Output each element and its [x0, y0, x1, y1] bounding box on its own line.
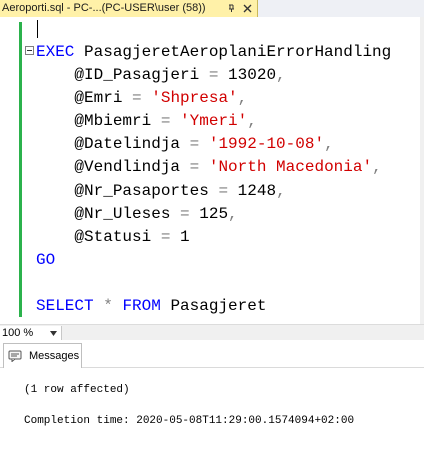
sql-operator: = [132, 89, 142, 108]
sql-keyword: EXEC [36, 43, 75, 61]
editor-status-bar: 100 % [0, 324, 424, 340]
zoom-value: 100 % [2, 327, 34, 339]
code-line[interactable]: EXEC PasagjeretAeroplaniErrorHandling [36, 41, 391, 64]
code-line[interactable]: SELECT * FROM Pasagjeret [36, 295, 391, 318]
messages-tab-label: Messages [29, 350, 80, 362]
sql-text: @Nr_Pasaportes [36, 181, 219, 200]
sql-string: 'North Macedonia' [208, 158, 373, 177]
messages-output: (1 row affected) Completion time: 2020-0… [24, 383, 354, 439]
sql-operator: , [324, 135, 334, 154]
sql-operator: = [189, 158, 200, 177]
sql-operator: = [180, 204, 190, 223]
document-tab-strip: Aeroporti.sql - PC-...(PC-USER\user (58)… [0, 0, 424, 17]
sql-operator: , [372, 158, 382, 177]
code-line[interactable]: @Vendlindja = 'North Macedonia', [36, 156, 391, 179]
sql-operator: , [276, 66, 286, 85]
sql-operator: , [276, 181, 286, 200]
sql-keyword: GO [36, 250, 56, 269]
sql-text: Pasagjeret [160, 297, 267, 316]
sql-operator: = [208, 66, 219, 85]
rows-affected-message: (1 row affected) [24, 384, 130, 396]
code-line[interactable] [36, 272, 391, 295]
sql-operator: = [218, 181, 229, 200]
sql-operator: = [160, 112, 171, 131]
sql-operator: * [103, 297, 113, 316]
sql-text: @Mbiemri [36, 112, 161, 131]
sql-string: 'Shpresa' [151, 89, 238, 108]
code-line[interactable]: @Mbiemri = 'Ymeri', [36, 110, 391, 133]
sql-text: 13020 [218, 66, 277, 85]
sql-text: @Vendlindja [36, 158, 190, 177]
code-line[interactable]: @Datelindja = '1992-10-08', [36, 133, 391, 156]
close-icon[interactable] [242, 3, 253, 14]
results-pane: Messages (1 row affected) Completion tim… [0, 340, 424, 463]
sql-keyword: SELECT [36, 297, 94, 316]
sql-text: 125 [189, 204, 229, 223]
sql-string: 'Ymeri' [180, 112, 248, 131]
pin-icon[interactable] [227, 4, 236, 13]
code-line[interactable]: GO [36, 249, 391, 272]
code-line[interactable]: @Emri = 'Shpresa', [36, 87, 391, 110]
query-editor[interactable]: EXEC PasagjeretAeroplaniErrorHandling @I… [0, 17, 424, 324]
sql-operator: = [160, 227, 171, 246]
sql-text: PasagjeretAeroplaniErrorHandling [74, 43, 392, 61]
change-tracking-bar [19, 22, 22, 317]
document-tab[interactable]: Aeroporti.sql - PC-...(PC-USER\user (58)… [0, 0, 258, 17]
sql-text: @Nr_Uleses [36, 204, 181, 223]
editor-scroll-edge [420, 17, 424, 324]
code-line[interactable]: @Nr_Pasaportes = 1248, [36, 180, 391, 203]
collapse-minus-icon[interactable] [25, 46, 34, 55]
sql-text: @Datelindja [36, 135, 190, 154]
sql-keyword: FROM [122, 297, 161, 316]
results-tab-strip: Messages [0, 340, 424, 368]
messages-icon [8, 350, 22, 362]
zoom-select[interactable]: 100 % [0, 326, 62, 340]
sql-operator: , [228, 204, 238, 223]
code-line[interactable]: @Nr_Uleses = 125, [36, 203, 391, 226]
sql-text: @ID_Pasagjeri [36, 66, 209, 85]
code-line[interactable]: @Statusi = 1 [36, 226, 391, 249]
sql-operator: = [189, 135, 200, 154]
sql-string: '1992-10-08' [208, 135, 325, 154]
chevron-down-icon [50, 331, 57, 336]
sql-operator: , [237, 89, 248, 108]
sql-text: @Emri [36, 89, 133, 108]
sql-text: 1248 [228, 181, 277, 200]
sql-text: @Statusi [36, 227, 161, 246]
tab-messages[interactable]: Messages [3, 343, 82, 368]
completion-time-message: Completion time: 2020-05-08T11:29:00.157… [24, 415, 355, 427]
sql-text: 1 [170, 227, 190, 246]
tab-title: Aeroporti.sql - PC-...(PC-USER\user (58)… [2, 2, 206, 14]
horizontal-scrollbar[interactable] [62, 326, 424, 340]
sql-operator: , [247, 112, 257, 131]
sql-code[interactable]: EXEC PasagjeretAeroplaniErrorHandling @I… [36, 41, 391, 318]
code-line[interactable]: @ID_Pasagjeri = 13020, [36, 64, 391, 87]
text-cursor [37, 20, 38, 38]
